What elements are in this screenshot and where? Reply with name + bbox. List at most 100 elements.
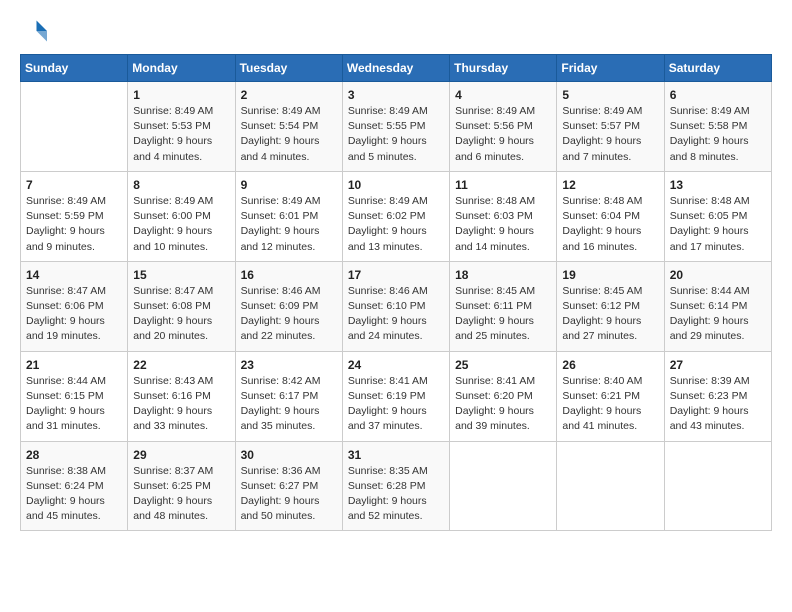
calendar-week-row: 1 Sunrise: 8:49 AMSunset: 5:53 PMDaylight… [21,82,772,172]
calendar-cell: 18 Sunrise: 8:45 AMSunset: 6:11 PMDayligh… [450,261,557,351]
day-number: 3 [348,88,444,102]
calendar-cell: 30 Sunrise: 8:36 AMSunset: 6:27 PMDayligh… [235,441,342,531]
calendar-cell: 29 Sunrise: 8:37 AMSunset: 6:25 PMDayligh… [128,441,235,531]
day-number: 2 [241,88,337,102]
calendar-cell [21,82,128,172]
calendar-cell: 31 Sunrise: 8:35 AMSunset: 6:28 PMDayligh… [342,441,449,531]
day-info: Sunrise: 8:49 AMSunset: 5:55 PMDaylight:… [348,104,444,165]
day-number: 16 [241,268,337,282]
calendar-cell: 25 Sunrise: 8:41 AMSunset: 6:20 PMDayligh… [450,351,557,441]
day-number: 27 [670,358,766,372]
weekday-header: Wednesday [342,55,449,82]
day-number: 1 [133,88,229,102]
day-info: Sunrise: 8:49 AMSunset: 6:00 PMDaylight:… [133,194,229,255]
calendar-cell: 24 Sunrise: 8:41 AMSunset: 6:19 PMDayligh… [342,351,449,441]
day-number: 22 [133,358,229,372]
calendar-cell: 5 Sunrise: 8:49 AMSunset: 5:57 PMDaylight… [557,82,664,172]
day-info: Sunrise: 8:38 AMSunset: 6:24 PMDaylight:… [26,464,122,525]
day-number: 31 [348,448,444,462]
day-info: Sunrise: 8:36 AMSunset: 6:27 PMDaylight:… [241,464,337,525]
calendar-cell: 27 Sunrise: 8:39 AMSunset: 6:23 PMDayligh… [664,351,771,441]
day-number: 7 [26,178,122,192]
day-number: 18 [455,268,551,282]
calendar-week-row: 14 Sunrise: 8:47 AMSunset: 6:06 PMDayligh… [21,261,772,351]
logo [20,16,54,46]
day-info: Sunrise: 8:37 AMSunset: 6:25 PMDaylight:… [133,464,229,525]
page-container: SundayMondayTuesdayWednesdayThursdayFrid… [0,0,792,541]
day-info: Sunrise: 8:49 AMSunset: 5:54 PMDaylight:… [241,104,337,165]
calendar-cell: 2 Sunrise: 8:49 AMSunset: 5:54 PMDaylight… [235,82,342,172]
day-info: Sunrise: 8:41 AMSunset: 6:19 PMDaylight:… [348,374,444,435]
calendar-cell: 3 Sunrise: 8:49 AMSunset: 5:55 PMDaylight… [342,82,449,172]
day-number: 23 [241,358,337,372]
day-number: 26 [562,358,658,372]
day-info: Sunrise: 8:46 AMSunset: 6:09 PMDaylight:… [241,284,337,345]
day-info: Sunrise: 8:45 AMSunset: 6:11 PMDaylight:… [455,284,551,345]
weekday-header: Monday [128,55,235,82]
day-info: Sunrise: 8:49 AMSunset: 5:58 PMDaylight:… [670,104,766,165]
day-info: Sunrise: 8:49 AMSunset: 6:01 PMDaylight:… [241,194,337,255]
calendar-cell: 8 Sunrise: 8:49 AMSunset: 6:00 PMDaylight… [128,171,235,261]
day-info: Sunrise: 8:48 AMSunset: 6:04 PMDaylight:… [562,194,658,255]
calendar-table: SundayMondayTuesdayWednesdayThursdayFrid… [20,54,772,531]
calendar-cell: 17 Sunrise: 8:46 AMSunset: 6:10 PMDayligh… [342,261,449,351]
day-info: Sunrise: 8:41 AMSunset: 6:20 PMDaylight:… [455,374,551,435]
day-info: Sunrise: 8:48 AMSunset: 6:05 PMDaylight:… [670,194,766,255]
weekday-header: Saturday [664,55,771,82]
calendar-cell [450,441,557,531]
calendar-cell: 7 Sunrise: 8:49 AMSunset: 5:59 PMDaylight… [21,171,128,261]
day-info: Sunrise: 8:39 AMSunset: 6:23 PMDaylight:… [670,374,766,435]
day-info: Sunrise: 8:48 AMSunset: 6:03 PMDaylight:… [455,194,551,255]
calendar-cell: 6 Sunrise: 8:49 AMSunset: 5:58 PMDaylight… [664,82,771,172]
day-info: Sunrise: 8:46 AMSunset: 6:10 PMDaylight:… [348,284,444,345]
day-number: 30 [241,448,337,462]
weekday-header: Friday [557,55,664,82]
day-info: Sunrise: 8:49 AMSunset: 5:59 PMDaylight:… [26,194,122,255]
day-info: Sunrise: 8:47 AMSunset: 6:08 PMDaylight:… [133,284,229,345]
day-number: 29 [133,448,229,462]
day-info: Sunrise: 8:35 AMSunset: 6:28 PMDaylight:… [348,464,444,525]
day-number: 11 [455,178,551,192]
logo-icon [20,16,50,46]
calendar-cell: 16 Sunrise: 8:46 AMSunset: 6:09 PMDayligh… [235,261,342,351]
calendar-cell: 22 Sunrise: 8:43 AMSunset: 6:16 PMDayligh… [128,351,235,441]
day-info: Sunrise: 8:44 AMSunset: 6:15 PMDaylight:… [26,374,122,435]
calendar-cell: 19Sunrise: 8:45 AMSunset: 6:12 PMDayligh… [557,261,664,351]
calendar-week-row: 28Sunrise: 8:38 AMSunset: 6:24 PMDayligh… [21,441,772,531]
weekday-header: Thursday [450,55,557,82]
calendar-week-row: 7 Sunrise: 8:49 AMSunset: 5:59 PMDaylight… [21,171,772,261]
day-number: 6 [670,88,766,102]
weekday-header-row: SundayMondayTuesdayWednesdayThursdayFrid… [21,55,772,82]
calendar-cell: 14 Sunrise: 8:47 AMSunset: 6:06 PMDayligh… [21,261,128,351]
day-number: 17 [348,268,444,282]
day-info: Sunrise: 8:49 AMSunset: 5:57 PMDaylight:… [562,104,658,165]
calendar-cell: 15Sunrise: 8:47 AMSunset: 6:08 PMDayligh… [128,261,235,351]
weekday-header: Sunday [21,55,128,82]
calendar-cell: 1 Sunrise: 8:49 AMSunset: 5:53 PMDaylight… [128,82,235,172]
day-number: 8 [133,178,229,192]
day-number: 24 [348,358,444,372]
day-info: Sunrise: 8:47 AMSunset: 6:06 PMDaylight:… [26,284,122,345]
day-info: Sunrise: 8:43 AMSunset: 6:16 PMDaylight:… [133,374,229,435]
calendar-body: 1 Sunrise: 8:49 AMSunset: 5:53 PMDaylight… [21,82,772,531]
day-number: 20 [670,268,766,282]
header [20,16,772,46]
calendar-header: SundayMondayTuesdayWednesdayThursdayFrid… [21,55,772,82]
day-number: 14 [26,268,122,282]
day-info: Sunrise: 8:49 AMSunset: 5:53 PMDaylight:… [133,104,229,165]
weekday-header: Tuesday [235,55,342,82]
day-number: 13 [670,178,766,192]
calendar-cell: 12 Sunrise: 8:48 AMSunset: 6:04 PMDayligh… [557,171,664,261]
day-number: 12 [562,178,658,192]
day-info: Sunrise: 8:49 AMSunset: 5:56 PMDaylight:… [455,104,551,165]
calendar-cell: 13 Sunrise: 8:48 AMSunset: 6:05 PMDayligh… [664,171,771,261]
day-info: Sunrise: 8:42 AMSunset: 6:17 PMDaylight:… [241,374,337,435]
calendar-cell: 23 Sunrise: 8:42 AMSunset: 6:17 PMDayligh… [235,351,342,441]
calendar-cell: 28Sunrise: 8:38 AMSunset: 6:24 PMDayligh… [21,441,128,531]
day-number: 25 [455,358,551,372]
calendar-cell: 10Sunrise: 8:49 AMSunset: 6:02 PMDayligh… [342,171,449,261]
calendar-cell: 9Sunrise: 8:49 AMSunset: 6:01 PMDaylight… [235,171,342,261]
day-info: Sunrise: 8:45 AMSunset: 6:12 PMDaylight:… [562,284,658,345]
calendar-week-row: 21Sunrise: 8:44 AMSunset: 6:15 PMDayligh… [21,351,772,441]
day-number: 5 [562,88,658,102]
